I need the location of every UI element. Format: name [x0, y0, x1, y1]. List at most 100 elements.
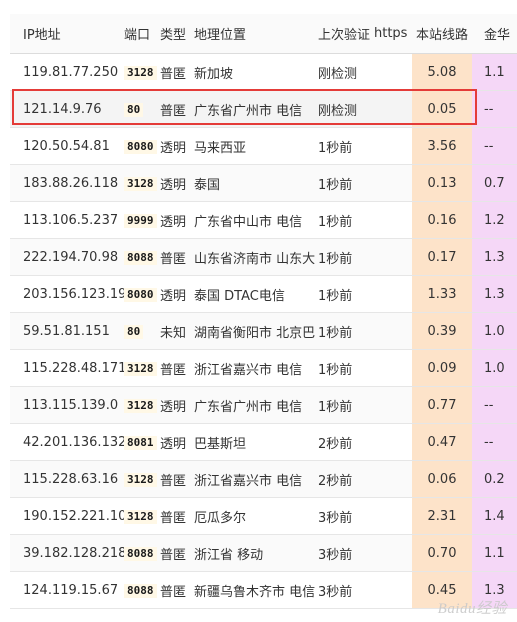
- proxy-table-container: IP地址 端口 类型 地理位置 上次验证 https 本站线路 金华 119.8…: [10, 14, 517, 622]
- column-header-last-check[interactable]: 上次验证: [318, 14, 374, 54]
- cell-last-check: 刚检测: [318, 53, 374, 91]
- cell-local-line: 0.16: [412, 201, 472, 239]
- table-row[interactable]: 190.152.221.109 3128 普匿 厄瓜多尔 3秒前 2.31 1.4: [10, 497, 517, 535]
- cell-last-check: 1秒前: [318, 275, 374, 313]
- cell-local-line: 0.77: [412, 386, 472, 424]
- column-header-port[interactable]: 端口: [124, 14, 160, 54]
- cell-jinhua: 1.2: [472, 201, 517, 239]
- cell-https: [374, 127, 412, 165]
- table-row[interactable]: 42.201.136.132 8081 透明 巴基斯坦 2秒前 0.47 --: [10, 423, 517, 461]
- cell-location: 浙江省嘉兴市 电信: [194, 349, 318, 387]
- cell-port: 8080: [124, 275, 160, 313]
- cell-last-check: 1秒前: [318, 201, 374, 239]
- cell-https: [374, 201, 412, 239]
- port-badge: 3128: [124, 361, 157, 376]
- column-header-location[interactable]: 地理位置: [194, 14, 318, 54]
- cell-location: 泰国: [194, 164, 318, 202]
- cell-port: 8080: [124, 127, 160, 165]
- cell-last-check: 1秒前: [318, 349, 374, 387]
- port-badge: 80: [124, 102, 144, 117]
- cell-port: 8081: [124, 423, 160, 461]
- cell-ip: 183.88.26.118: [10, 164, 124, 202]
- cell-last-check: 1秒前: [318, 386, 374, 424]
- cell-location: 浙江省嘉兴市 电信: [194, 460, 318, 498]
- cell-type: 普匿: [160, 53, 194, 91]
- cell-location: 广东省广州市 电信: [194, 90, 318, 128]
- port-badge: 3128: [124, 472, 157, 487]
- table-row[interactable]: 183.88.26.118 3128 透明 泰国 1秒前 0.13 0.7: [10, 164, 517, 202]
- cell-ip: 120.50.54.81: [10, 127, 124, 165]
- cell-last-check: 刚检测: [318, 90, 374, 128]
- cell-https: [374, 238, 412, 276]
- cell-jinhua: 1.3: [472, 238, 517, 276]
- cell-jinhua: --: [472, 423, 517, 461]
- cell-port: 8088: [124, 238, 160, 276]
- cell-type: 普匿: [160, 238, 194, 276]
- cell-type: 未知: [160, 312, 194, 350]
- cell-ip: 222.194.70.98: [10, 238, 124, 276]
- cell-port: 3128: [124, 349, 160, 387]
- cell-local-line: 3.56: [412, 127, 472, 165]
- port-badge: 8088: [124, 546, 157, 561]
- cell-jinhua: 1.3: [472, 275, 517, 313]
- cell-local-line: 2.31: [412, 497, 472, 535]
- table-row[interactable]: 113.106.5.237 9999 透明 广东省中山市 电信 1秒前 0.16 1.2: [10, 201, 517, 239]
- cell-type: 透明: [160, 275, 194, 313]
- cell-local-line: 1.33: [412, 275, 472, 313]
- cell-last-check: 2秒前: [318, 423, 374, 461]
- table-row[interactable]: 115.228.63.16 3128 普匿 浙江省嘉兴市 电信 2秒前 0.06 0.2: [10, 460, 517, 498]
- cell-jinhua: 1.1: [472, 534, 517, 572]
- cell-ip: 203.156.123.199: [10, 275, 124, 313]
- cell-port: 3128: [124, 386, 160, 424]
- cell-last-check: 1秒前: [318, 238, 374, 276]
- cell-ip: 119.81.77.250: [10, 53, 124, 91]
- cell-last-check: 1秒前: [318, 164, 374, 202]
- port-badge: 8088: [124, 583, 157, 598]
- cell-type: 普匿: [160, 571, 194, 609]
- table-row[interactable]: 59.51.81.151 80 未知 湖南省衡阳市 北京巴 1秒前 0.39 1.0: [10, 312, 517, 350]
- table-row[interactable]: 113.115.139.0 3128 透明 广东省广州市 电信 1秒前 0.77 --: [10, 386, 517, 424]
- port-badge: 8080: [124, 139, 157, 154]
- table-row[interactable]: 203.156.123.199 8080 透明 泰国 DTAC电信 1秒前 1.33 1.3: [10, 275, 517, 313]
- column-header-local-line[interactable]: 本站线路: [412, 14, 472, 54]
- cell-ip: 39.182.128.218: [10, 534, 124, 572]
- column-header-type[interactable]: 类型: [160, 14, 194, 54]
- cell-https: [374, 53, 412, 91]
- cell-last-check: 3秒前: [318, 534, 374, 572]
- cell-https: [374, 386, 412, 424]
- port-badge: 3128: [124, 176, 157, 191]
- cell-https: [374, 349, 412, 387]
- table-row[interactable]: 121.14.9.76 80 普匿 广东省广州市 电信 刚检测 0.05 --: [10, 90, 517, 128]
- cell-port: 80: [124, 312, 160, 350]
- cell-port: 3128: [124, 164, 160, 202]
- cell-https: [374, 312, 412, 350]
- column-header-ip[interactable]: IP地址: [10, 14, 124, 54]
- cell-location: 山东省济南市 山东大: [194, 238, 318, 276]
- table-row[interactable]: 222.194.70.98 8088 普匿 山东省济南市 山东大 1秒前 0.17 1.3: [10, 238, 517, 276]
- table-header-row: IP地址 端口 类型 地理位置 上次验证 https 本站线路 金华: [10, 14, 517, 54]
- cell-type: 透明: [160, 201, 194, 239]
- port-badge: 3128: [124, 65, 157, 80]
- cell-local-line: 0.09: [412, 349, 472, 387]
- cell-local-line: 5.08: [412, 53, 472, 91]
- cell-location: 新加坡: [194, 53, 318, 91]
- column-header-jinhua[interactable]: 金华: [472, 14, 517, 54]
- cell-type: 普匿: [160, 460, 194, 498]
- cell-local-line: 0.39: [412, 312, 472, 350]
- cell-jinhua: 1.1: [472, 53, 517, 91]
- cell-type: 普匿: [160, 90, 194, 128]
- table-row[interactable]: 120.50.54.81 8080 透明 马来西亚 1秒前 3.56 --: [10, 127, 517, 165]
- cell-location: 浙江省 移动: [194, 534, 318, 572]
- cell-local-line: 0.47: [412, 423, 472, 461]
- table-row[interactable]: 39.182.128.218 8088 普匿 浙江省 移动 3秒前 0.70 1.1: [10, 534, 517, 572]
- cell-location: 广东省广州市 电信: [194, 386, 318, 424]
- cell-ip: 59.51.81.151: [10, 312, 124, 350]
- column-header-https[interactable]: https: [374, 14, 412, 54]
- cell-last-check: 1秒前: [318, 312, 374, 350]
- cell-location: 巴基斯坦: [194, 423, 318, 461]
- cell-ip: 115.228.48.171: [10, 349, 124, 387]
- cell-last-check: 3秒前: [318, 571, 374, 609]
- cell-type: 普匿: [160, 497, 194, 535]
- table-row[interactable]: 119.81.77.250 3128 普匿 新加坡 刚检测 5.08 1.1: [10, 53, 517, 91]
- table-row[interactable]: 115.228.48.171 3128 普匿 浙江省嘉兴市 电信 1秒前 0.09 1.0: [10, 349, 517, 387]
